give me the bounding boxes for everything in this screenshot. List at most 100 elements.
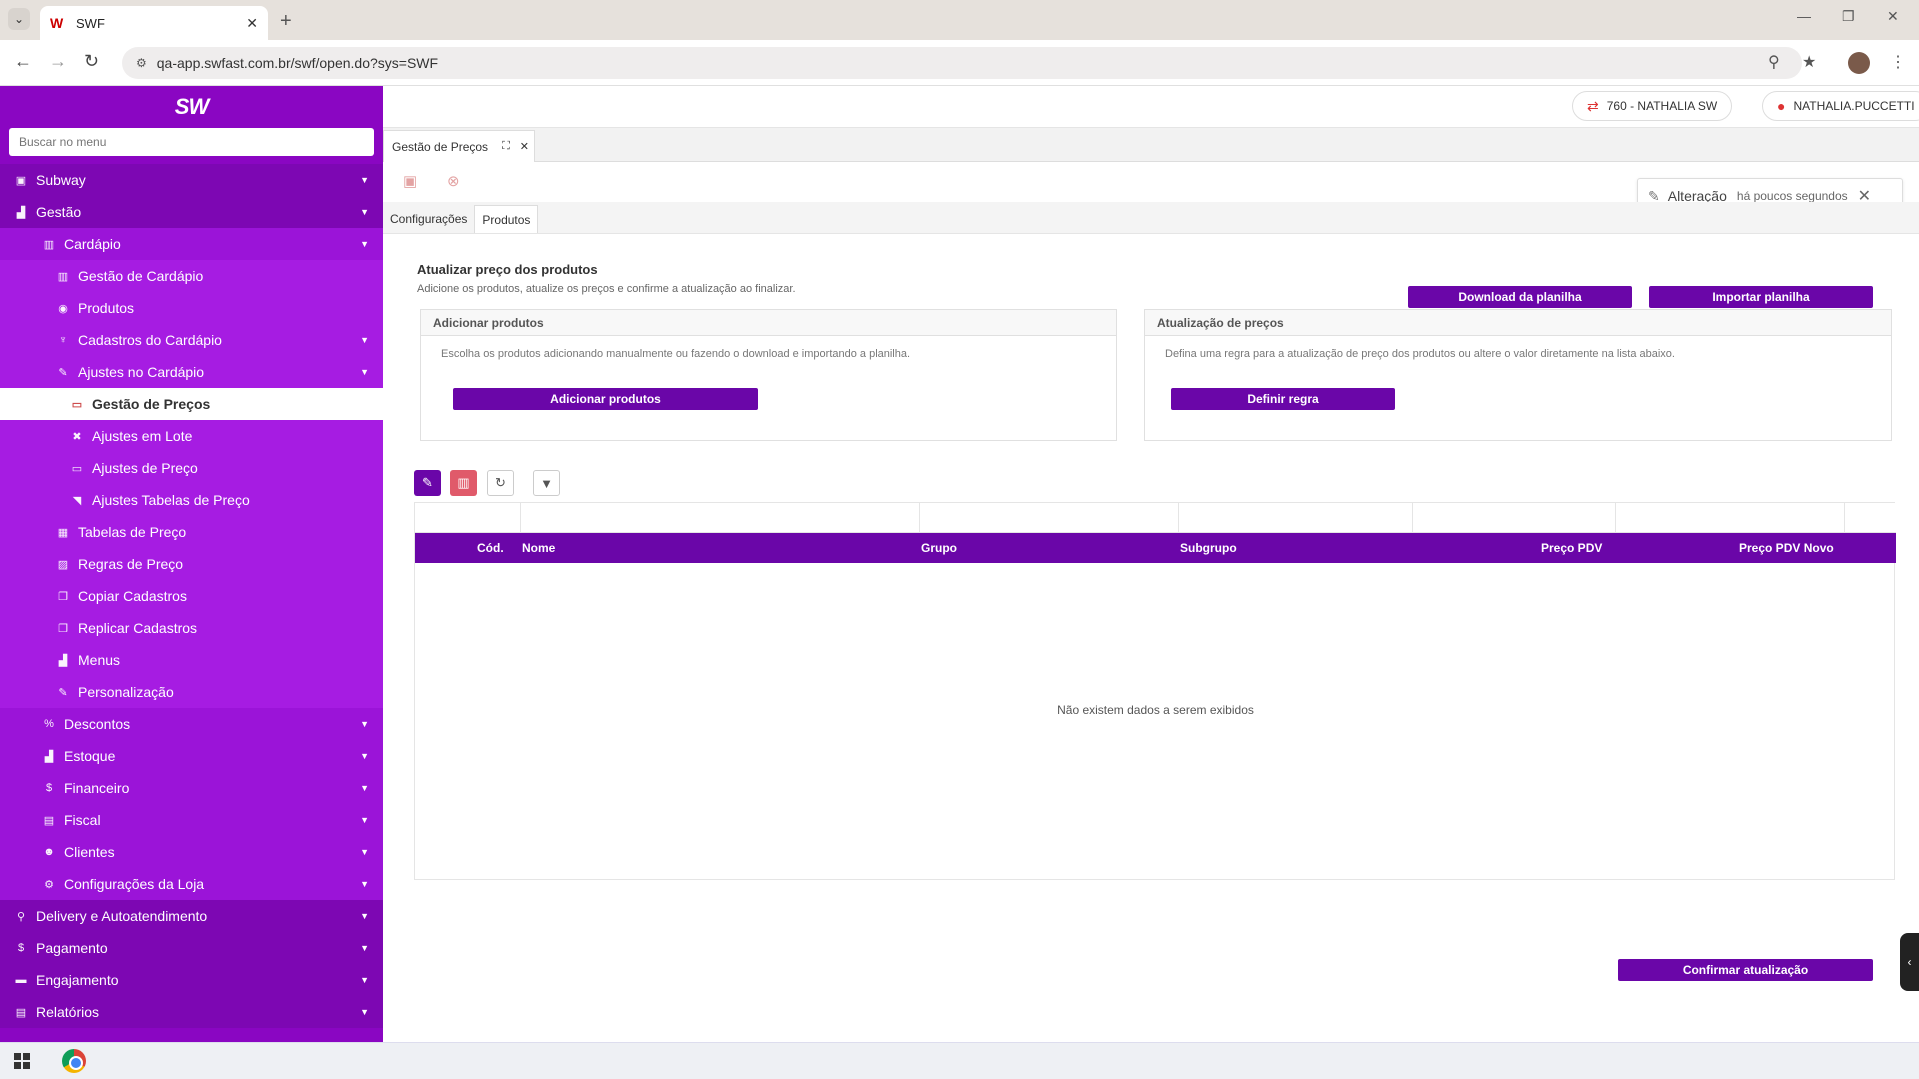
col-preco-pdv[interactable]: Preço PDV — [1541, 541, 1602, 555]
col-grupo[interactable]: Grupo — [921, 541, 957, 555]
replicate-icon: ❐ — [58, 622, 68, 635]
store-switcher[interactable]: ⇄ 760 - NATHALIA SW — [1572, 91, 1733, 121]
chevron-down-icon: ▼ — [360, 367, 369, 377]
sidebar-item-personalizacao[interactable]: ✎ Personalização — [0, 676, 383, 708]
sidebar-item-replicar-cadastros[interactable]: ❐ Replicar Cadastros — [0, 612, 383, 644]
windows-start-icon[interactable] — [14, 1053, 30, 1069]
tools-icon: ✖ — [72, 430, 82, 443]
profile-avatar[interactable] — [1848, 52, 1870, 74]
tab-configuracoes[interactable]: Configurações — [383, 205, 474, 233]
sidebar-item-label: Ajustes em Lote — [92, 428, 193, 444]
sidebar-item-cadastros-cardapio[interactable]: ♆ Cadastros do Cardápio ▼ — [0, 324, 383, 356]
sidebar-item-relatorios[interactable]: ▤ Relatórios ▼ — [0, 996, 383, 1028]
sidebar-item-ajustes-cardapio[interactable]: ✎ Ajustes no Cardápio ▼ — [0, 356, 383, 388]
minimize-icon[interactable]: — — [1797, 8, 1811, 24]
sidebar-item-descontos[interactable]: % Descontos ▼ — [0, 708, 383, 740]
sidebar-item-copiar-cadastros[interactable]: ❐ Copiar Cadastros — [0, 580, 383, 612]
sidebar-item-subway[interactable]: ▣ Subway ▼ — [0, 164, 383, 196]
sidebar-menu: ▣ Subway ▼ ▟ Gestão ▼ ▥ Cardápio ▼ ▥ Gestão de … — [0, 164, 383, 1028]
user-menu[interactable]: ● NATHALIA.PUCCETTI — [1762, 91, 1919, 121]
sidebar-item-label: Fiscal — [64, 812, 101, 828]
download-spreadsheet-button[interactable]: Download da planilha — [1408, 286, 1632, 308]
col-preco-pdv-novo[interactable]: Preço PDV Novo — [1739, 541, 1834, 555]
sidebar-item-ajustes-lote[interactable]: ✖ Ajustes em Lote — [0, 420, 383, 452]
filter-preco-pdv-novo[interactable] — [1615, 503, 1844, 533]
rules-icon: ▨ — [57, 558, 69, 571]
chevron-down-icon: ▼ — [360, 335, 369, 345]
back-icon[interactable]: ← — [14, 51, 32, 72]
col-cod[interactable]: Cód. — [477, 541, 504, 555]
delete-icon[interactable]: ▥ — [450, 470, 477, 496]
zoom-icon[interactable]: ⚲ — [1768, 52, 1780, 72]
menu-search[interactable] — [9, 128, 374, 156]
new-tab-icon[interactable]: + — [280, 10, 292, 33]
define-rule-button[interactable]: Definir regra — [1171, 388, 1395, 410]
browser-menu-icon[interactable]: ⋮ — [1890, 52, 1906, 72]
site-info-icon[interactable]: ⚙ — [136, 56, 147, 70]
filter-icon[interactable]: ▼ — [533, 470, 560, 496]
col-subgrupo[interactable]: Subgrupo — [1180, 541, 1237, 555]
sidebar-item-cardapio[interactable]: ▥ Cardápio ▼ — [0, 228, 383, 260]
sidebar-item-label: Personalização — [78, 684, 174, 700]
gears-icon: ⚙ — [44, 878, 54, 891]
filter-preco-pdv[interactable] — [1412, 503, 1615, 533]
sidebar-item-pagamento[interactable]: $ Pagamento ▼ — [0, 932, 383, 964]
sidebar-item-gestao-precos[interactable]: ▭ Gestão de Preços — [0, 388, 383, 420]
sidebar-item-produtos[interactable]: ◉ Produtos — [0, 292, 383, 324]
sidebar-item-ajustes-tabelas[interactable]: ◥ Ajustes Tabelas de Preço — [0, 484, 383, 516]
reload-icon[interactable]: ↻ — [84, 51, 99, 72]
sidebar-item-fiscal[interactable]: ▤ Fiscal ▼ — [0, 804, 383, 836]
sidebar-item-delivery[interactable]: ⚲ Delivery e Autoatendimento ▼ — [0, 900, 383, 932]
sidebar-item-label: Relatórios — [36, 1004, 100, 1020]
sidebar-item-tabelas-preco[interactable]: ▦ Tabelas de Preço — [0, 516, 383, 548]
expand-icon[interactable]: ⛶ — [502, 140, 510, 153]
sidebar-item-financeiro[interactable]: $ Financeiro ▼ — [0, 772, 383, 804]
restore-icon[interactable]: ❐ — [1842, 8, 1855, 25]
filter-grupo[interactable] — [919, 503, 1178, 533]
browser-tab[interactable]: W SWF ✕ — [40, 6, 268, 40]
filter-nome[interactable] — [520, 503, 919, 533]
close-tab-icon[interactable]: ✕ — [246, 15, 258, 32]
close-window-icon[interactable]: ✕ — [1887, 8, 1899, 25]
menu-search-input[interactable] — [19, 135, 364, 149]
sidebar-item-clientes[interactable]: ☻ Clientes ▼ — [0, 836, 383, 868]
confirm-update-button[interactable]: Confirmar atualização — [1618, 959, 1873, 981]
save-icon[interactable]: ▣ — [403, 172, 417, 190]
add-products-button[interactable]: Adicionar produtos — [453, 388, 758, 410]
cancel-icon[interactable]: ⊗ — [447, 172, 460, 190]
col-nome[interactable]: Nome — [522, 541, 555, 555]
store-icon: ▣ — [15, 174, 27, 187]
chrome-icon[interactable] — [62, 1049, 86, 1073]
tab-list-dropdown-icon[interactable]: ⌄ — [8, 8, 30, 30]
tab-produtos[interactable]: Produtos — [474, 205, 539, 233]
sidebar-item-label: Gestão de Cardápio — [78, 268, 204, 284]
menus-icon: ▟ — [58, 654, 68, 667]
url-field[interactable]: ⚙ qa-app.swfast.com.br/swf/open.do?sys=S… — [122, 47, 1802, 79]
filter-subgrupo[interactable] — [1178, 503, 1412, 533]
panel-title: Adicionar produtos — [421, 310, 1116, 336]
sidebar-item-label: Replicar Cadastros — [78, 620, 198, 636]
close-icon[interactable]: ✕ — [520, 140, 529, 153]
chevron-down-icon: ▼ — [360, 847, 369, 857]
sidebar-item-engajamento[interactable]: ▬ Engajamento ▼ — [0, 964, 383, 996]
sidebar-item-estoque[interactable]: ▟ Estoque ▼ — [0, 740, 383, 772]
chevron-down-icon: ▼ — [360, 879, 369, 889]
sidebar-item-label: Produtos — [78, 300, 135, 316]
bookmark-star-icon[interactable]: ★ — [1802, 52, 1816, 72]
stock-icon: ▟ — [44, 750, 54, 763]
sidebar-item-ajustes-preco[interactable]: ▭ Ajustes de Preço — [0, 452, 383, 484]
url-text: qa-app.swfast.com.br/swf/open.do?sys=SWF — [156, 55, 439, 71]
sidebar-item-gestao-cardapio[interactable]: ▥ Gestão de Cardápio — [0, 260, 383, 292]
page-title: Atualizar preço dos produtos — [417, 262, 598, 277]
forward-icon[interactable]: → — [49, 51, 67, 72]
tag-icon: ◥ — [72, 494, 82, 507]
tab-gestao-precos[interactable]: Gestão de Preços ⛶ ✕ — [383, 130, 535, 162]
sidebar-item-regras-preco[interactable]: ▨ Regras de Preço — [0, 548, 383, 580]
refresh-icon[interactable]: ↻ — [487, 470, 514, 496]
collapse-panel-icon[interactable]: ‹ — [1900, 933, 1919, 991]
edit-icon[interactable]: ✎ — [414, 470, 441, 496]
import-spreadsheet-button[interactable]: Importar planilha — [1649, 286, 1873, 308]
sidebar-item-gestao[interactable]: ▟ Gestão ▼ — [0, 196, 383, 228]
sidebar-item-config-loja[interactable]: ⚙ Configurações da Loja ▼ — [0, 868, 383, 900]
sidebar-item-menus[interactable]: ▟ Menus — [0, 644, 383, 676]
